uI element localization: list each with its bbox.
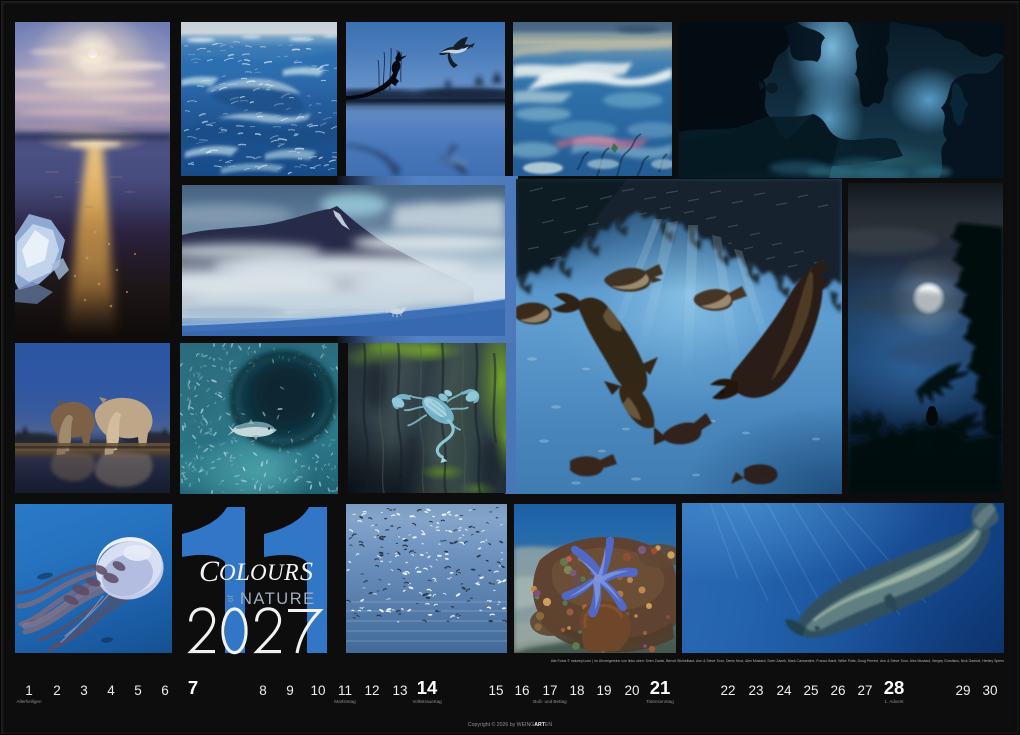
svg-text:NATURE: NATURE bbox=[240, 590, 316, 608]
svg-text:S: S bbox=[300, 557, 313, 586]
svg-text:C: C bbox=[199, 555, 220, 588]
svg-text:R: R bbox=[283, 560, 299, 586]
svg-text:O: O bbox=[219, 560, 236, 585]
svg-text:U: U bbox=[267, 560, 285, 585]
svg-text:L: L bbox=[235, 559, 250, 586]
svg-text:O: O bbox=[250, 560, 267, 585]
svg-text:of: of bbox=[226, 595, 235, 602]
